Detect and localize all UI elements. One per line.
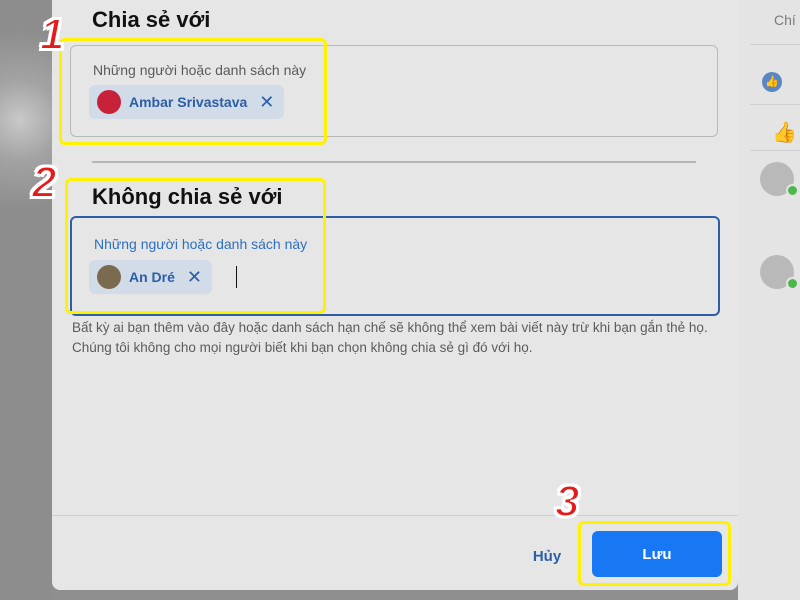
background-divider	[750, 44, 800, 45]
online-status-icon	[786, 277, 799, 290]
background-right-text: Chí	[774, 12, 796, 28]
restriction-note: Bất kỳ ai bạn thêm vào đây hoặc danh sác…	[72, 320, 708, 355]
section-divider	[92, 161, 696, 163]
background-right-panel: Chí 👍 👍	[738, 0, 800, 600]
thumb-up-icon: 👍	[772, 122, 797, 144]
cancel-button[interactable]: Hủy	[522, 538, 572, 574]
background-divider	[750, 150, 800, 151]
highlight-box-3	[578, 521, 731, 586]
background-left	[0, 0, 52, 600]
step-number-1: 1	[39, 9, 66, 60]
online-status-icon	[786, 184, 799, 197]
share-with-heading: Chia sẻ với	[92, 7, 211, 32]
step-number-3: 3	[554, 476, 581, 527]
step-number-2: 2	[31, 157, 58, 208]
background-divider	[750, 104, 800, 105]
footer-divider	[52, 515, 738, 516]
highlight-box-1	[59, 38, 327, 145]
highlight-box-2	[65, 178, 326, 314]
like-icon: 👍	[762, 72, 782, 92]
